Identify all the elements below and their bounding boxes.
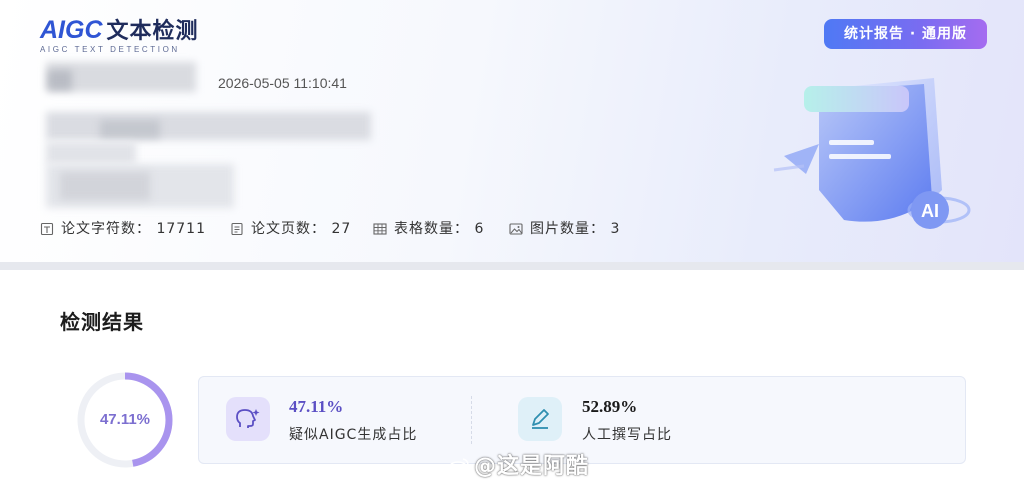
aigc-label: 疑似AIGC生成占比 <box>289 427 418 443</box>
stat-table-count-text: 表格数量： 6 <box>394 221 485 237</box>
pages-icon <box>231 222 243 236</box>
section-title: 检测结果 <box>60 310 144 334</box>
ai-document-illustration: AI <box>773 78 971 229</box>
weibo-icon <box>448 458 469 475</box>
table-icon <box>373 223 387 235</box>
result-divider <box>471 396 472 444</box>
logo-subtitle: AIGC TEXT DETECTION <box>40 45 180 54</box>
aigc-logo: AIGC 文本检测 AIGC TEXT DETECTION <box>40 16 240 56</box>
weibo-watermark: @这是阿酷 <box>448 448 589 480</box>
ai-badge-text: AI <box>921 201 939 221</box>
watermark-text: @这是阿酷 <box>474 454 590 479</box>
pen-icon <box>532 409 549 429</box>
stat-page-count-text: 论文页数： 27 <box>251 221 352 237</box>
stat-char-count-text: 论文字符数： 17711 <box>61 221 206 237</box>
report-type-badge: 统计报告 · 通用版 <box>824 19 987 49</box>
ring-percent-label: 47.11% <box>99 411 151 428</box>
stat-image-count-text: 图片数量： 3 <box>530 221 621 237</box>
image-icon <box>509 223 523 235</box>
aigc-icon-box <box>226 397 270 441</box>
report-timestamp: 2026-05-05 11:10:41 <box>218 75 347 91</box>
header-separator <box>0 262 1024 270</box>
document-char-icon <box>40 222 54 236</box>
logo-cn-text: 文本检测 <box>106 19 199 44</box>
human-label: 人工撰写占比 <box>582 427 672 443</box>
human-percent: 52.89% <box>582 397 638 416</box>
logo-main-text: AIGC <box>40 16 103 44</box>
report-header: AIGC 文本检测 AIGC TEXT DETECTION 统计报告 · 通用版 … <box>0 0 1024 265</box>
human-icon-box <box>518 397 562 441</box>
aigc-percent: 47.11% <box>289 397 344 416</box>
brain-sparkle-icon <box>236 409 260 428</box>
